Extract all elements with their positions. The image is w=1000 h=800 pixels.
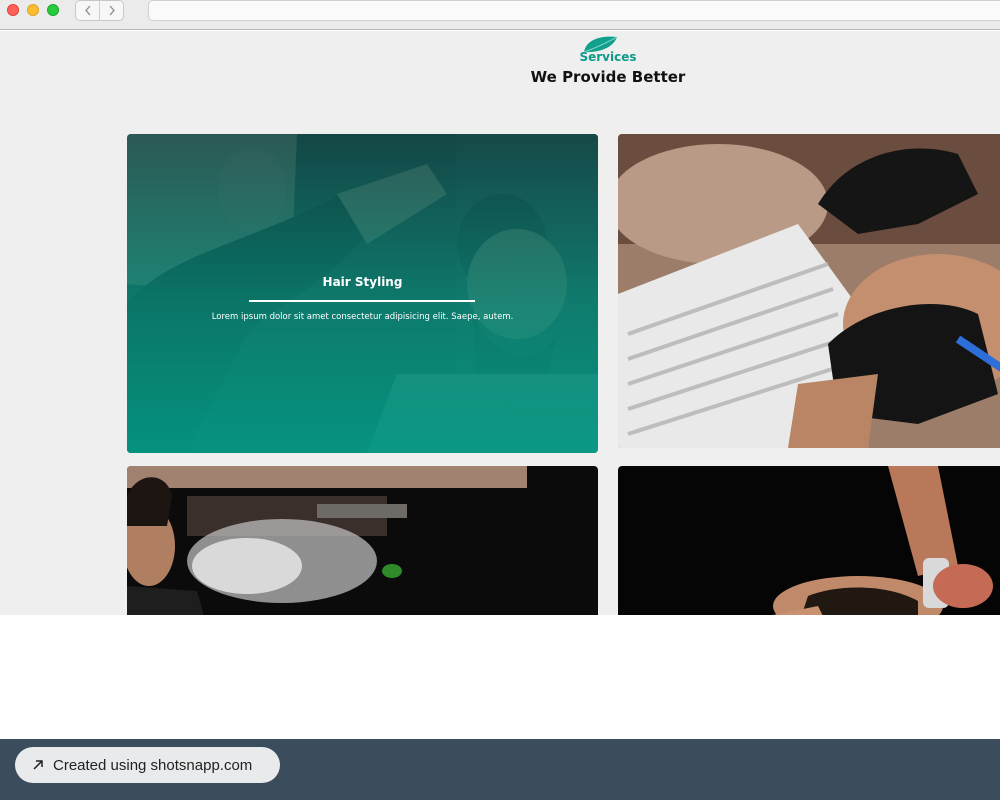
arrow-up-right-icon [33,760,43,770]
zoom-window-button[interactable] [47,4,59,16]
browser-toolbar [0,0,1000,30]
service-card-hair-styling[interactable]: Hair Styling Lorem ipsum dolor sit amet … [127,134,598,453]
hair-spray-barber-photo [127,466,598,615]
credit-text: Created using shotsnapp.com [53,756,253,774]
service-card-hair-spray[interactable] [127,466,598,615]
chevron-right-icon [109,5,115,16]
service-card-hair-treatment[interactable] [618,466,1000,615]
page-viewport: Services We Provide Better Hair Styling … [0,31,1000,615]
service-card-beard-shaving[interactable] [618,134,1000,448]
back-button[interactable] [76,1,99,20]
chevron-left-icon [84,5,90,16]
card-divider [249,300,475,302]
navigation-buttons [75,0,124,21]
section-eyebrow: Services [579,50,637,64]
card-overlay [127,134,598,453]
services-header: Services We Provide Better [0,31,1000,131]
card-title: Hair Styling [322,275,403,289]
man-getting-hair-treatment-photo [618,466,1000,615]
close-window-button[interactable] [7,4,19,16]
footer-bar: Created using shotsnapp.com [0,739,1000,800]
card-description: Lorem ipsum dolor sit amet consectetur a… [211,312,514,322]
section-title: We Provide Better [530,68,686,86]
beard-shaving-with-gloves-photo [618,134,1000,448]
minimize-window-button[interactable] [27,4,39,16]
forward-button[interactable] [99,1,123,20]
credit-link[interactable]: Created using shotsnapp.com [15,747,280,783]
address-bar[interactable] [148,0,1000,21]
